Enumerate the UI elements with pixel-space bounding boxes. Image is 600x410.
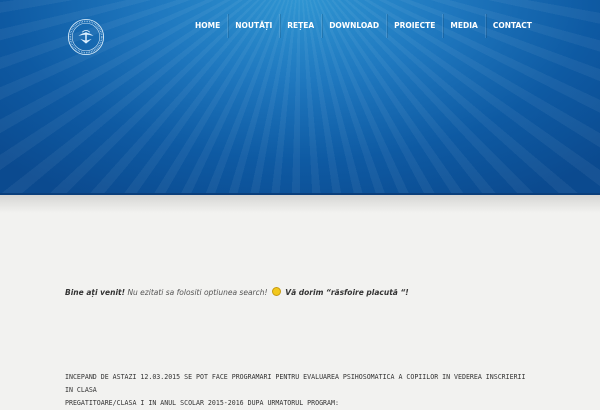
nav-noutati[interactable]: NOUTĂȚI bbox=[227, 14, 279, 38]
nav-home[interactable]: HOME bbox=[188, 14, 227, 38]
welcome-message: Bine ați venit! Nu ezitati sa folositi o… bbox=[65, 287, 409, 297]
header-banner: HOME NOUTĂȚI REȚEA DOWNLOAD PROIECTE MED… bbox=[0, 0, 600, 195]
nav-media[interactable]: MEDIA bbox=[442, 14, 484, 38]
welcome-greeting: Bine ați venit! bbox=[65, 288, 126, 297]
nav-download[interactable]: DOWNLOAD bbox=[321, 14, 386, 38]
welcome-search-hint: Nu ezitati sa folositi optiunea search! bbox=[127, 288, 268, 297]
nav-contact[interactable]: CONTACT bbox=[484, 14, 539, 38]
main-navigation: HOME NOUTĂȚI REȚEA DOWNLOAD PROIECTE MED… bbox=[188, 14, 539, 38]
nav-proiecte[interactable]: PROIECTE bbox=[386, 14, 442, 38]
welcome-wish: Vă dorim “răsfoire placută “! bbox=[285, 288, 409, 297]
smiley-icon bbox=[271, 287, 281, 296]
header-shadow bbox=[0, 195, 600, 213]
announcement-line-1: INCEPAND DE ASTAZI 12.03.2015 SE POT FAC… bbox=[65, 373, 526, 394]
announcement-line-2: PREGATITOARE/CLASA I IN ANUL SCOLAR 2015… bbox=[65, 399, 339, 407]
institution-seal-icon[interactable] bbox=[67, 18, 105, 56]
announcement-text: INCEPAND DE ASTAZI 12.03.2015 SE POT FAC… bbox=[65, 371, 535, 410]
nav-retea[interactable]: REȚEA bbox=[279, 14, 321, 38]
